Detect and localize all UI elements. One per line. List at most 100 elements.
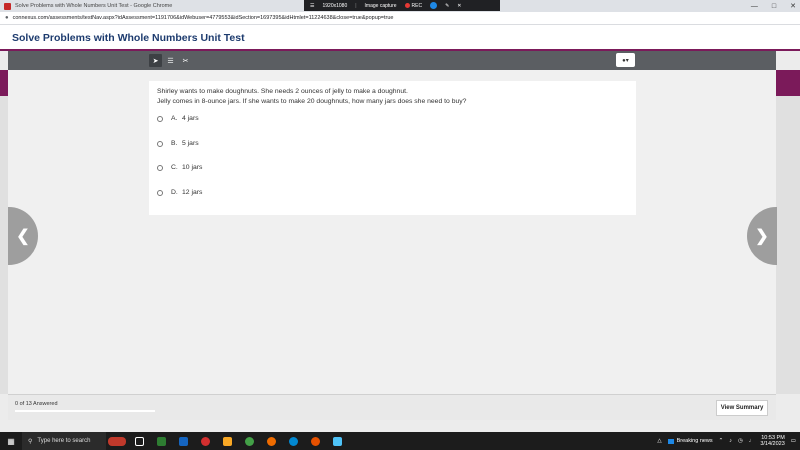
test-toolbar: ➤ ☰ ✂ ●▾ bbox=[8, 51, 776, 70]
radio-button[interactable] bbox=[157, 140, 163, 147]
clock[interactable]: 10:53 PM 3/14/2023 bbox=[760, 435, 784, 448]
choice-letter: C. bbox=[171, 164, 178, 171]
choice-letter: D. bbox=[171, 189, 178, 196]
address-bar[interactable]: ● connexus.com/assessments/testNav.aspx?… bbox=[0, 12, 800, 25]
taskbar-app-green[interactable] bbox=[150, 432, 172, 450]
user-menu-button[interactable]: ●▾ bbox=[616, 53, 635, 67]
notes-tool-button[interactable]: ☰ bbox=[164, 54, 177, 67]
taskbar-app-record[interactable] bbox=[194, 432, 216, 450]
notification-icon[interactable]: ▭ bbox=[791, 438, 796, 444]
choice-text: 12 jars bbox=[182, 189, 203, 196]
news-label: Breaking news bbox=[676, 438, 713, 444]
windows-taskbar: ▦ ⚲ Type here to search △ Breaking news … bbox=[0, 432, 800, 450]
firefox-icon bbox=[310, 436, 320, 446]
choice-letter: B. bbox=[171, 140, 178, 147]
radio-button[interactable] bbox=[157, 115, 163, 122]
sound-icon[interactable]: ♩ bbox=[749, 438, 755, 444]
left-accent bbox=[0, 70, 8, 96]
scissors-icon: ✂ bbox=[182, 57, 189, 65]
taskbar-app-taskview[interactable] bbox=[128, 432, 150, 450]
cursor-icon: ➤ bbox=[152, 57, 159, 65]
taskbar-app-store[interactable] bbox=[172, 432, 194, 450]
windows-icon: ▦ bbox=[7, 436, 15, 446]
question-card: Shirley wants to make doughnuts. She nee… bbox=[149, 81, 636, 215]
edge-icon bbox=[288, 436, 298, 446]
window-title: Solve Problems with Whole Numbers Unit T… bbox=[15, 3, 173, 9]
radio-button[interactable] bbox=[157, 189, 163, 196]
answered-count: 0 of 13 Answered bbox=[15, 401, 58, 407]
left-gutter bbox=[0, 96, 8, 394]
record-label: REC bbox=[411, 2, 423, 9]
pen-icon[interactable]: ✎ bbox=[445, 3, 449, 9]
record-dot-icon bbox=[404, 2, 410, 8]
taskbar-app-orange[interactable] bbox=[260, 432, 282, 450]
close-window-icon[interactable]: ✕ bbox=[790, 2, 796, 10]
right-accent bbox=[776, 70, 800, 96]
taskbar-app-chrome[interactable] bbox=[238, 432, 260, 450]
chrome-icon bbox=[244, 436, 254, 446]
capture-app-icon bbox=[332, 436, 342, 446]
taskbar-app-explorer[interactable] bbox=[216, 432, 238, 450]
news-widget[interactable]: Breaking news bbox=[667, 438, 713, 444]
taskbar-app-news[interactable] bbox=[106, 432, 128, 450]
choice-text: 4 jars bbox=[182, 115, 199, 122]
news-app-icon bbox=[108, 436, 126, 446]
question-text-line-1: Shirley wants to make doughnuts. She nee… bbox=[157, 88, 408, 95]
progress-bar bbox=[15, 410, 155, 412]
record-app-icon bbox=[200, 436, 210, 446]
taskbar-search[interactable]: ⚲ Type here to search bbox=[22, 432, 106, 450]
choice-letter: A. bbox=[171, 115, 178, 122]
window-controls: — □ ✕ bbox=[751, 0, 796, 12]
view-summary-button[interactable]: View Summary bbox=[716, 400, 768, 416]
pointer-tool-button[interactable]: ➤ bbox=[149, 54, 162, 67]
minimize-icon[interactable]: — bbox=[751, 3, 758, 10]
taskbar-app-capture[interactable] bbox=[326, 432, 348, 450]
search-placeholder: Type here to search bbox=[37, 438, 91, 444]
right-gutter bbox=[776, 96, 800, 394]
network-icon[interactable]: △ bbox=[657, 438, 661, 444]
notes-icon: ☰ bbox=[167, 57, 174, 65]
screen-capture-bar: ☰ 1920x1080 | Image capture REC ✎ ✕ bbox=[304, 0, 500, 11]
divider: | bbox=[355, 2, 357, 9]
system-tray: △ Breaking news ⌃ ♪ ◷ ♩ 10:53 PM 3/14/20… bbox=[657, 432, 796, 450]
taskbar-app-firefox[interactable] bbox=[304, 432, 326, 450]
capture-mode-icon[interactable] bbox=[430, 2, 438, 9]
record-button[interactable]: REC bbox=[404, 2, 423, 9]
resolution-label: 1920x1080 bbox=[322, 2, 348, 9]
chevron-right-icon: ❯ bbox=[755, 228, 769, 245]
page-header: Solve Problems with Whole Numbers Unit T… bbox=[0, 25, 800, 51]
radio-button[interactable] bbox=[157, 164, 163, 171]
choice-c[interactable]: C. 10 jars bbox=[157, 164, 202, 171]
capture-label: Image capture bbox=[364, 2, 397, 9]
chevron-up-icon[interactable]: ⌃ bbox=[719, 438, 724, 444]
search-icon: ⚲ bbox=[28, 438, 33, 445]
maximize-icon[interactable]: □ bbox=[772, 3, 776, 10]
store-icon bbox=[178, 436, 188, 446]
orange-app-icon bbox=[266, 436, 276, 446]
url-text[interactable]: connexus.com/assessments/testNav.aspx?id… bbox=[13, 15, 394, 21]
taskbar-app-edge[interactable] bbox=[282, 432, 304, 450]
capture-close-icon[interactable]: ✕ bbox=[457, 3, 461, 9]
chevron-left-icon: ❮ bbox=[16, 228, 30, 245]
test-footer: 0 of 13 Answered View Summary bbox=[8, 394, 776, 420]
task-view-icon bbox=[134, 436, 144, 446]
choice-text: 5 jars bbox=[182, 140, 199, 147]
eliminate-tool-button[interactable]: ✂ bbox=[179, 54, 192, 67]
choice-text: 10 jars bbox=[182, 164, 203, 171]
news-icon bbox=[667, 438, 674, 444]
lock-icon: ● bbox=[5, 15, 9, 21]
green-app-icon bbox=[156, 436, 166, 446]
choice-b[interactable]: B. 5 jars bbox=[157, 140, 199, 147]
page-title: Solve Problems with Whole Numbers Unit T… bbox=[12, 32, 245, 44]
user-icon: ●▾ bbox=[622, 57, 629, 64]
clock-icon: ◷ bbox=[738, 438, 743, 444]
question-text-line-2: Jelly comes in 8-ounce jars. If she want… bbox=[157, 98, 467, 105]
choice-d[interactable]: D. 12 jars bbox=[157, 189, 202, 196]
volume-icon[interactable]: ♪ bbox=[729, 438, 732, 444]
favicon-icon bbox=[4, 2, 11, 10]
start-button[interactable]: ▦ bbox=[0, 432, 22, 450]
choice-a[interactable]: A. 4 jars bbox=[157, 115, 199, 122]
folder-icon bbox=[222, 436, 232, 446]
menu-icon[interactable]: ☰ bbox=[310, 3, 314, 9]
clock-date: 3/14/2023 bbox=[760, 441, 785, 447]
